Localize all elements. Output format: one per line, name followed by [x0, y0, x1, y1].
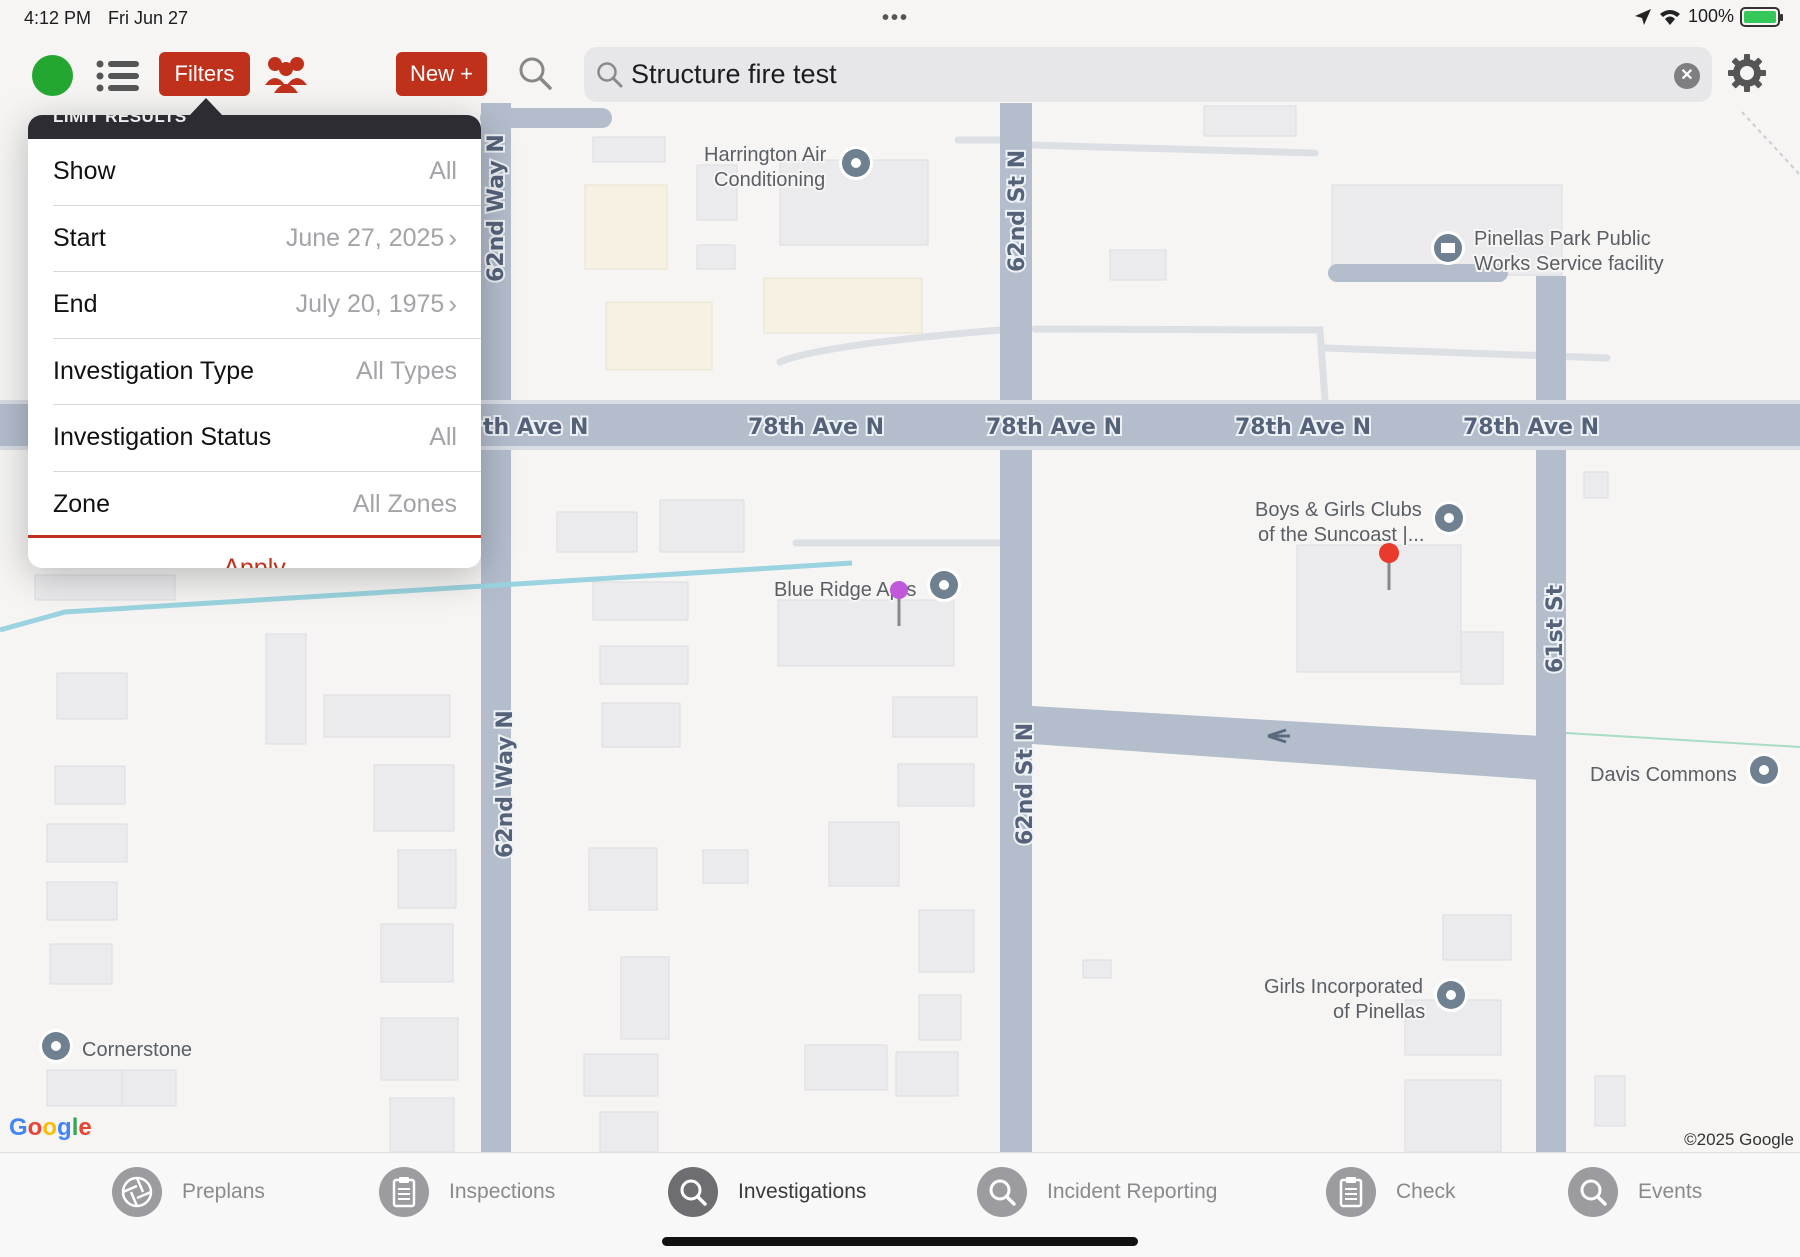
chevron-right-icon: ›	[448, 289, 457, 320]
poi-pin-icon[interactable]	[839, 146, 873, 180]
road-label-78th-4: 78th Ave N	[1463, 415, 1599, 440]
apply-button[interactable]: Apply	[28, 535, 481, 568]
new-button[interactable]: New +	[396, 52, 487, 96]
poi-boys-girls-label[interactable]: Boys & Girls Clubs	[1253, 497, 1424, 523]
filter-row-investigation-status[interactable]: Investigation Status All	[53, 405, 481, 472]
status-bar: 4:12 PM Fri Jun 27 ••• 100%	[0, 0, 1800, 38]
poi-harrington-label[interactable]: Harrington Air	[702, 142, 829, 168]
poi-pin-icon[interactable]	[1747, 753, 1781, 787]
aperture-icon	[112, 1167, 162, 1217]
filter-label: Start	[53, 223, 106, 252]
search-field-icon	[597, 62, 623, 88]
filter-value: June 27, 2025 ›	[285, 222, 457, 253]
road-label-62nd-way-2: 62nd Way N	[493, 710, 518, 858]
location-arrow-icon	[1634, 8, 1651, 25]
filters-button[interactable]: Filters	[159, 52, 250, 96]
filter-label: Show	[53, 157, 116, 186]
road-label-62nd-st-1: 62nd St N	[1005, 150, 1030, 272]
poi-cornerstone-label[interactable]: Cornerstone	[80, 1037, 194, 1063]
gear-icon[interactable]	[1726, 52, 1768, 94]
status-date: Fri Jun 27	[108, 8, 189, 28]
search-icon[interactable]	[517, 55, 553, 91]
filter-panel-header: LIMIT RESULTS	[28, 115, 481, 139]
road-label-78th-partial: th Ave N	[483, 415, 588, 440]
filter-value: July 20, 1975 ›	[295, 289, 457, 320]
road-label-62nd-way-1: 62nd Way N	[484, 134, 509, 282]
filter-label: Investigation Status	[53, 423, 272, 452]
magnifier-icon	[977, 1167, 1027, 1217]
multitask-dots-icon[interactable]: •••	[882, 7, 909, 30]
filter-label: Investigation Type	[53, 356, 255, 385]
battery-icon	[1740, 6, 1783, 27]
filter-popover: LIMIT RESULTS Show All Start June 27, 20…	[28, 115, 481, 568]
tab-label: Inspections	[449, 1180, 556, 1203]
poi-pin-icon[interactable]	[1432, 501, 1466, 535]
chevron-right-icon: ›	[448, 222, 457, 253]
battery-percent: 100%	[1687, 6, 1734, 26]
tab-investigations[interactable]: Investigations	[668, 1167, 866, 1217]
clipboard-icon	[1326, 1167, 1376, 1217]
wifi-icon	[1659, 9, 1680, 25]
poi-davis-label[interactable]: Davis Commons	[1588, 762, 1739, 788]
home-indicator[interactable]	[662, 1237, 1138, 1246]
people-icon[interactable]	[263, 53, 309, 95]
poi-girls-inc-label-2[interactable]: of Pinellas	[1331, 999, 1427, 1025]
map-copyright: ©2025 Google	[1684, 1130, 1794, 1149]
tab-incident-reporting[interactable]: Incident Reporting	[977, 1167, 1217, 1217]
poi-pin-icon[interactable]	[39, 1029, 73, 1063]
poi-pin-icon[interactable]	[1434, 978, 1468, 1012]
road-label-62nd-st-2: 62nd St N	[1013, 723, 1038, 845]
road-label-78th-2: 78th Ave N	[986, 415, 1122, 440]
search-input[interactable]	[631, 55, 1631, 93]
tab-check[interactable]: Check	[1326, 1167, 1456, 1217]
filter-row-zone[interactable]: Zone All Zones	[53, 472, 481, 539]
search-field[interactable]: ✕	[584, 47, 1712, 102]
connection-status-icon[interactable]	[32, 55, 73, 96]
filter-label: End	[53, 290, 98, 319]
poi-harrington-label-2[interactable]: Conditioning	[712, 167, 827, 193]
road-label-78th-1: 78th Ave N	[748, 415, 884, 440]
magnifier-icon	[1568, 1167, 1618, 1217]
google-logo: Google	[9, 1114, 92, 1141]
clear-search-icon[interactable]: ✕	[1674, 63, 1700, 89]
tab-label: Events	[1638, 1180, 1703, 1203]
tab-label: Preplans	[182, 1180, 265, 1203]
filter-row-start[interactable]: Start June 27, 2025 ›	[53, 206, 481, 272]
tab-label: Incident Reporting	[1047, 1180, 1218, 1203]
tab-events[interactable]: Events	[1568, 1167, 1702, 1217]
filter-value: All Zones	[352, 490, 457, 519]
tab-inspections[interactable]: Inspections	[379, 1167, 555, 1217]
poi-pin-icon[interactable]	[927, 568, 961, 602]
poi-pinellas-label[interactable]: Pinellas Park Public	[1472, 226, 1653, 252]
filter-label: Zone	[53, 490, 110, 519]
bottom-tab-bar: Preplans Inspections Investigations Inci…	[0, 1152, 1800, 1257]
poi-boys-girls-label-2[interactable]: of the Suncoast |...	[1256, 522, 1426, 548]
filter-row-end[interactable]: End July 20, 1975 ›	[53, 272, 481, 339]
road-label-78th-3: 78th Ave N	[1235, 415, 1371, 440]
status-time: 4:12 PM	[24, 8, 92, 28]
tab-label: Investigations	[738, 1180, 867, 1203]
tab-label: Check	[1396, 1180, 1456, 1203]
status-indicators: 100%	[1634, 6, 1783, 27]
poi-pinellas-label-2[interactable]: Works Service facility	[1472, 251, 1666, 277]
clipboard-icon	[379, 1167, 429, 1217]
filter-value: All Types	[356, 356, 457, 385]
magnifier-icon	[668, 1167, 718, 1217]
tab-preplans[interactable]: Preplans	[112, 1167, 265, 1217]
top-toolbar: Filters New + ✕	[0, 38, 1800, 110]
filter-row-show[interactable]: Show All	[53, 139, 481, 206]
filter-value: All	[429, 157, 457, 186]
app-screen: th Ave N 78th Ave N 78th Ave N 78th Ave …	[0, 0, 1800, 1257]
filter-row-investigation-type[interactable]: Investigation Type All Types	[53, 339, 481, 405]
filter-value: All	[429, 423, 457, 452]
poi-girls-inc-label[interactable]: Girls Incorporated	[1262, 974, 1425, 1000]
road-label-61st-st: 61st St	[1543, 584, 1568, 673]
list-icon[interactable]	[96, 58, 140, 94]
poi-building-icon[interactable]	[1431, 231, 1465, 265]
